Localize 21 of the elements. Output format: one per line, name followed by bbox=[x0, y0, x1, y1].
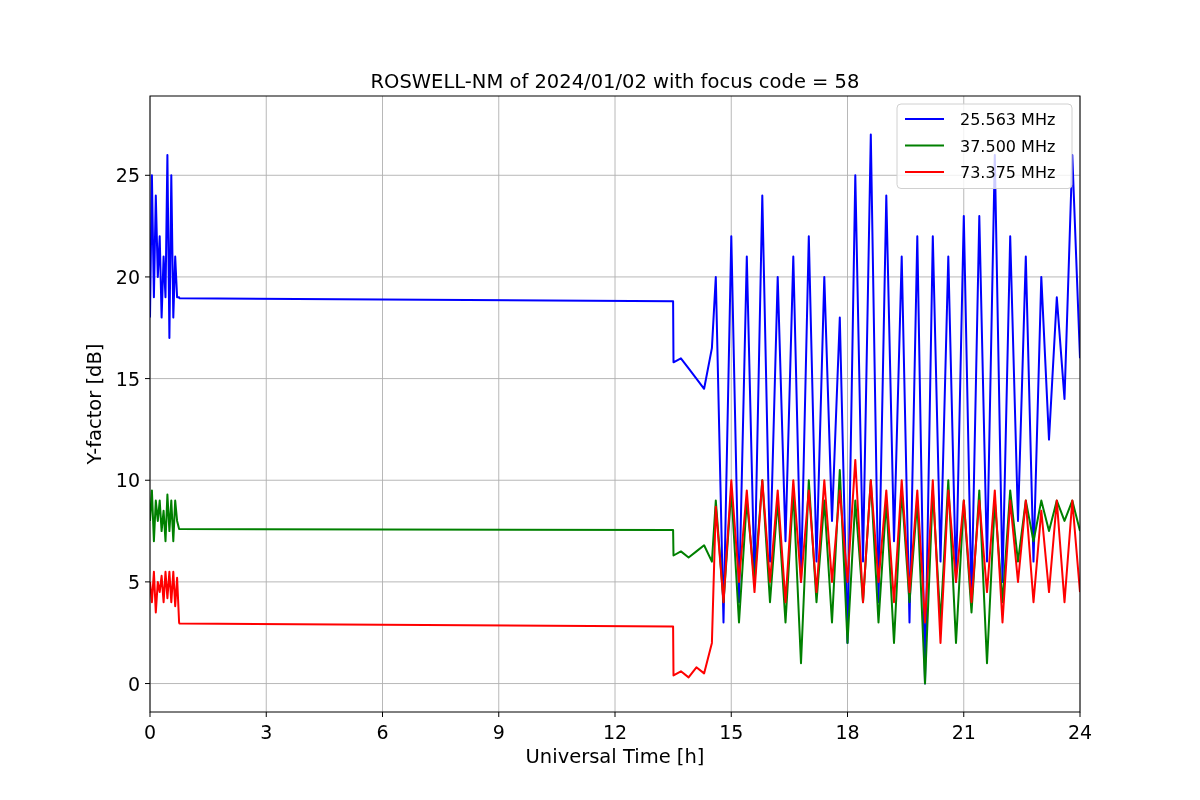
tick-label: 0 bbox=[127, 672, 140, 695]
tick-label: 15 bbox=[719, 721, 744, 743]
tick-label: 0 bbox=[143, 721, 157, 743]
legend-label: 37.500 MHz bbox=[960, 136, 1056, 156]
chart-title: ROSWELL-NM of 2024/01/02 with focus code = 58 bbox=[370, 70, 860, 93]
tick-label: 15 bbox=[115, 367, 140, 390]
tick-label: 20 bbox=[115, 265, 140, 288]
tick-label: 6 bbox=[376, 721, 389, 743]
tick-label: 24 bbox=[1067, 721, 1093, 743]
tick-label: 21 bbox=[951, 721, 976, 743]
tick-label: 12 bbox=[602, 721, 628, 743]
tick-label: 10 bbox=[115, 469, 140, 492]
axis-label: Universal Time [h] bbox=[525, 745, 705, 768]
axis-label: Y-factor [dB] bbox=[83, 343, 106, 465]
tick-label: 25 bbox=[115, 164, 140, 187]
tick-label: 3 bbox=[260, 721, 273, 743]
legend-label: 73.375 MHz bbox=[960, 163, 1056, 182]
tick-label: 5 bbox=[127, 570, 140, 593]
tick-label: 9 bbox=[492, 721, 505, 743]
tick-label: 18 bbox=[835, 721, 860, 743]
legend-label: 25.563 MHz bbox=[960, 110, 1056, 129]
